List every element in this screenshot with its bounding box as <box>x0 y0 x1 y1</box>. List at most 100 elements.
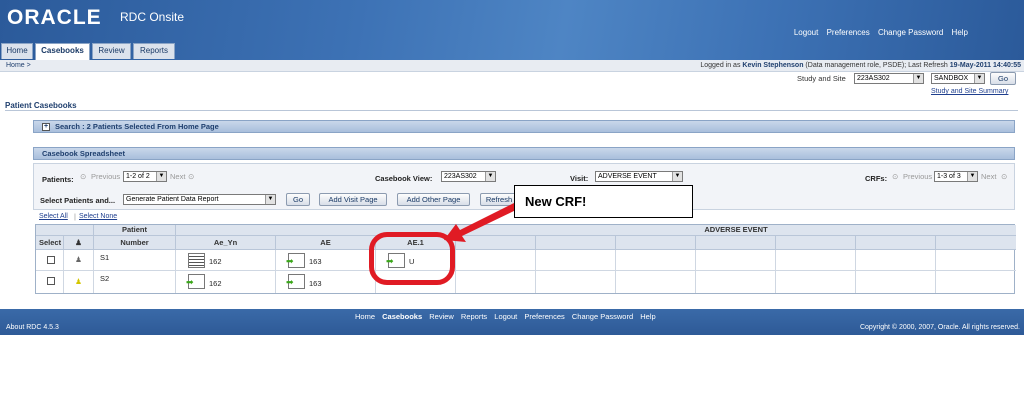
casebook-view-label: Casebook View: <box>375 174 433 183</box>
patients-previous[interactable]: Previous <box>91 172 120 181</box>
chevron-down-icon: ▼ <box>672 172 682 181</box>
empty-cell <box>936 271 1016 293</box>
person-icon: ♟ <box>64 236 94 250</box>
blank-header <box>36 225 94 236</box>
previous-icon: ⊙ <box>892 172 899 181</box>
patient-number[interactable]: S2 <box>94 271 176 293</box>
crf-id: 162 <box>209 279 222 288</box>
empty-cell <box>616 250 696 271</box>
change-password-link[interactable]: Change Password <box>878 28 943 37</box>
empty-header <box>696 236 776 250</box>
visit-select[interactable]: ADVERSE EVENT ▼ <box>595 171 683 182</box>
ae-cell: ➡ 163 <box>276 250 376 271</box>
crf-new-icon[interactable]: ➡ <box>286 253 305 268</box>
patients-range-value: 1-2 of 2 <box>126 173 150 180</box>
empty-cell <box>616 271 696 293</box>
crfs-next[interactable]: Next <box>981 172 996 181</box>
chevron-down-icon: ▼ <box>265 195 275 204</box>
new-crf-callout: New CRF! <box>514 185 693 218</box>
study-value: 223AS302 <box>857 75 890 82</box>
ae-yn-header: Ae_Yn <box>176 236 276 250</box>
table-row <box>36 271 64 293</box>
study-go-button[interactable]: Go <box>990 72 1016 85</box>
green-arrow-icon: ➡ <box>286 277 294 287</box>
footer-change-password-link[interactable]: Change Password <box>572 312 633 321</box>
patients-label: Patients: <box>42 175 74 184</box>
footer-preferences-link[interactable]: Preferences <box>524 312 564 321</box>
next-icon: ⊙ <box>188 172 195 181</box>
footer-bar: Home Casebooks Review Reports Logout Pre… <box>0 309 1024 335</box>
chevron-down-icon: ▼ <box>156 172 166 181</box>
crf-entered-icon[interactable] <box>188 253 205 268</box>
green-arrow-icon: ➡ <box>286 256 294 266</box>
patients-next[interactable]: Next <box>170 172 185 181</box>
footer-casebooks-link[interactable]: Casebooks <box>382 312 422 321</box>
select-header: Select <box>36 236 64 250</box>
spreadsheet-title: Casebook Spreadsheet <box>42 149 125 158</box>
casebook-view-select[interactable]: 223AS302 ▼ <box>441 171 496 182</box>
patients-range-select[interactable]: 1-2 of 2 ▼ <box>123 171 167 182</box>
visit-value: ADVERSE EVENT <box>598 173 657 180</box>
crf-id: 163 <box>309 279 322 288</box>
site-select[interactable]: SANDBOX ▼ <box>931 73 985 84</box>
expand-icon[interactable]: + <box>42 123 50 132</box>
rdc-onsite-window: ORACLE RDC Onsite Logout Preferences Cha… <box>0 0 1024 401</box>
preferences-link[interactable]: Preferences <box>827 28 870 37</box>
previous-icon: ⊙ <box>80 172 87 181</box>
tab-reports[interactable]: Reports <box>133 43 175 59</box>
crfs-previous[interactable]: Previous <box>903 172 932 181</box>
app-title: RDC Onsite <box>120 10 185 24</box>
about-link[interactable]: About RDC 4.5.3 <box>6 324 59 331</box>
crf-new-icon[interactable]: ➡ <box>286 274 305 289</box>
tab-casebooks[interactable]: Casebooks <box>35 43 90 60</box>
chevron-down-icon: ▼ <box>974 74 984 83</box>
spreadsheet-section-header: Casebook Spreadsheet <box>33 147 1015 160</box>
global-links: Logout Preferences Change Password Help <box>788 28 968 37</box>
empty-header <box>616 236 696 250</box>
patient-action-value: Generate Patient Data Report <box>126 196 219 203</box>
row-select-checkbox[interactable] <box>47 256 55 264</box>
search-section-header[interactable]: + Search : 2 Patients Selected From Home … <box>33 120 1015 133</box>
select-none-link[interactable]: Select None <box>79 213 117 220</box>
patient-number[interactable]: S1 <box>94 250 176 271</box>
chevron-down-icon: ▼ <box>913 74 923 83</box>
callout-arrow <box>444 203 518 242</box>
footer-reports-link[interactable]: Reports <box>461 312 487 321</box>
empty-header <box>856 236 936 250</box>
tab-home[interactable]: Home <box>1 43 33 59</box>
footer-logout-link[interactable]: Logout <box>494 312 517 321</box>
next-icon: ⊙ <box>1001 172 1008 181</box>
oracle-logo: ORACLE <box>7 6 102 29</box>
footer-review-link[interactable]: Review <box>429 312 454 321</box>
study-select[interactable]: 223AS302 ▼ <box>854 73 924 84</box>
session-role: (Data management role, PSDE); Last Refre… <box>803 62 950 69</box>
add-visit-page-button[interactable]: Add Visit Page <box>319 193 387 206</box>
action-go-button[interactable]: Go <box>286 193 310 206</box>
crfs-range-select[interactable]: 1-3 of 3 ▼ <box>934 171 978 182</box>
logout-link[interactable]: Logout <box>794 28 818 37</box>
study-site-label: Study and Site <box>797 74 846 83</box>
crf-id: 163 <box>309 257 322 266</box>
empty-header <box>536 236 616 250</box>
ae-cell: ➡ 163 <box>276 271 376 293</box>
breadcrumb[interactable]: Home > <box>6 62 31 69</box>
link-separator: | <box>74 212 76 221</box>
empty-cell <box>536 271 616 293</box>
user-name: Kevin Stephenson <box>742 62 804 69</box>
ae-yn-cell: 162 <box>176 250 276 271</box>
empty-cell <box>696 271 776 293</box>
empty-cell <box>456 271 536 293</box>
person-icon: ♟ <box>64 271 94 293</box>
footer-help-link[interactable]: Help <box>640 312 655 321</box>
casebook-view-value: 223AS302 <box>444 173 477 180</box>
help-link[interactable]: Help <box>952 28 968 37</box>
tab-review[interactable]: Review <box>92 43 131 59</box>
footer-home-link[interactable]: Home <box>355 312 375 321</box>
select-all-link[interactable]: Select All <box>39 213 68 220</box>
study-site-summary-link[interactable]: Study and Site Summary <box>931 88 1008 95</box>
crf-new-icon[interactable]: ➡ <box>186 274 205 289</box>
row-select-checkbox[interactable] <box>47 277 55 285</box>
patient-header: Patient <box>94 225 176 236</box>
patient-action-select[interactable]: Generate Patient Data Report ▼ <box>123 194 276 205</box>
page-title: Patient Casebooks <box>5 101 77 110</box>
